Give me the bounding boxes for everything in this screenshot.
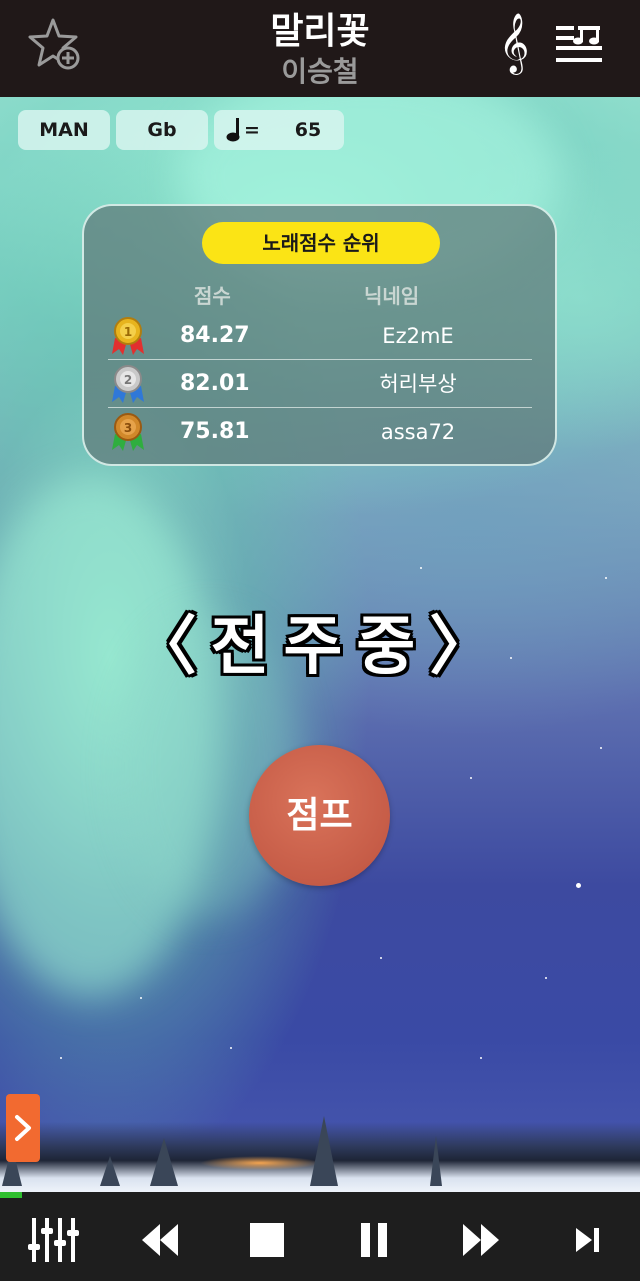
side-panel-toggle[interactable] xyxy=(6,1094,40,1162)
rank-nickname: 허리부상 xyxy=(379,372,457,396)
jump-button[interactable]: 점프 xyxy=(249,745,390,886)
chevron-right-icon xyxy=(15,1115,31,1141)
vocal-mode-badge[interactable]: MAN xyxy=(18,110,110,150)
equalizer-icon[interactable] xyxy=(25,1214,81,1266)
key-badge[interactable]: Gb xyxy=(116,110,208,150)
ranking-title: 노래점수 순위 xyxy=(202,222,440,264)
pause-icon[interactable] xyxy=(346,1214,402,1266)
ranking-row: 1 84.27 Ez2mE xyxy=(108,312,532,360)
ranking-row: 3 75.81 assa72 xyxy=(108,408,532,456)
skip-next-icon[interactable] xyxy=(560,1214,616,1266)
song-artist: 이승철 xyxy=(281,55,359,88)
rank-score: 75.81 xyxy=(180,419,250,444)
nickname-column-header: 닉네임 xyxy=(364,284,420,308)
prelude-status-text: 〈전주중〉 xyxy=(132,610,508,684)
score-column-header: 점수 xyxy=(194,284,231,308)
gold-medal-icon: 1 xyxy=(110,316,146,356)
svg-text:1: 1 xyxy=(124,325,132,339)
rank-score: 84.27 xyxy=(180,323,250,348)
tempo-badge[interactable]: = 65 xyxy=(214,110,344,150)
tempo-value: 65 xyxy=(294,119,322,141)
sheet-music-icon[interactable] xyxy=(554,22,604,66)
tempo-equals: = xyxy=(244,119,260,141)
silver-medal-icon: 2 xyxy=(110,364,146,404)
quarter-note-icon xyxy=(224,117,242,143)
stop-icon[interactable] xyxy=(239,1214,295,1266)
rewind-icon[interactable] xyxy=(132,1214,188,1266)
rank-nickname: assa72 xyxy=(380,420,456,444)
bronze-medal-icon: 3 xyxy=(110,412,146,452)
ranking-row: 2 82.01 허리부상 xyxy=(108,360,532,408)
rank-nickname: Ez2mE xyxy=(382,324,454,348)
score-ranking-card: 노래점수 순위 점수 닉네임 1 84.27 Ez2mE 2 82.01 허리부… xyxy=(82,204,557,466)
svg-text:3: 3 xyxy=(124,421,132,435)
svg-text:2: 2 xyxy=(124,373,132,387)
fast-forward-icon[interactable] xyxy=(453,1214,509,1266)
treble-clef-icon[interactable]: 𝄞 xyxy=(496,12,532,74)
top-bar: 말리꽃 이승철 𝄞 xyxy=(0,0,640,97)
playback-control-bar xyxy=(0,1198,640,1281)
song-title: 말리꽃 xyxy=(270,11,370,52)
rank-score: 82.01 xyxy=(180,371,250,396)
